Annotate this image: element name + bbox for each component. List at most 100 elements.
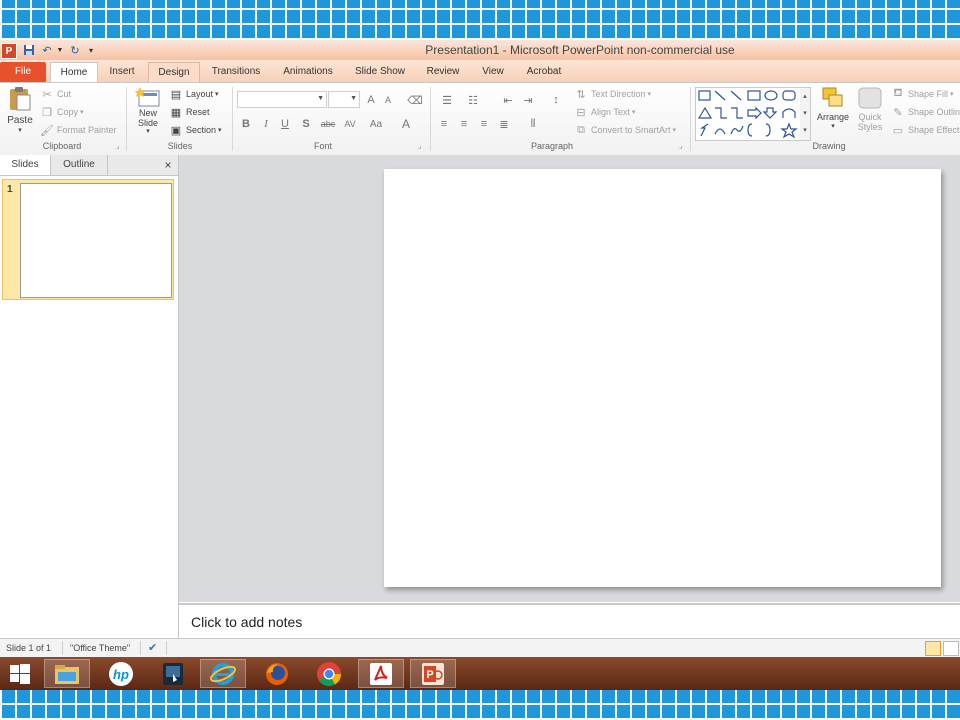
copy-button[interactable]: ❐ Copy ▾ xyxy=(40,105,83,119)
layout-button[interactable]: ▤ Layout ▾ xyxy=(169,87,219,101)
chevron-down-icon: ▾ xyxy=(950,91,954,98)
ribbon: Paste ▾ ✂ Cut ❐ Copy ▾ 🖌 Format Painter Clip… xyxy=(0,82,960,156)
windows-taskbar: hp P xyxy=(0,657,960,690)
slide-thumbnail[interactable] xyxy=(20,183,172,298)
redo-icon[interactable]: ↻ xyxy=(68,42,82,58)
numbering-icon[interactable]: ☷ xyxy=(462,92,484,108)
clear-formatting-icon[interactable]: ⌫ xyxy=(407,92,423,108)
group-label-clipboard: Clipboard xyxy=(42,141,82,151)
powerpoint-taskbar-icon[interactable]: P xyxy=(410,659,456,688)
decrease-indent-icon[interactable]: ⇤ xyxy=(500,92,516,108)
font-color-button[interactable]: A xyxy=(398,116,414,132)
align-text-button[interactable]: ⊟ Align Text ▾ xyxy=(574,105,635,119)
shrink-font-icon[interactable]: A xyxy=(380,92,396,108)
group-label-font: Font xyxy=(313,141,332,151)
slide-thumbnail-selected[interactable]: 1 xyxy=(2,179,174,300)
text-direction-button[interactable]: ⇅ Text Direction ▾ xyxy=(574,87,651,101)
pane-tabs: Slides Outline × xyxy=(0,155,178,176)
windows-start-icon[interactable] xyxy=(0,659,40,688)
tab-design[interactable]: Design xyxy=(148,62,200,83)
tab-home[interactable]: Home xyxy=(50,62,98,84)
dialog-launcher-icon[interactable]: ⌟ xyxy=(418,143,426,151)
font-name-combo[interactable]: ▼ xyxy=(237,91,327,108)
shape-outline-button[interactable]: ✎ Shape Outline xyxy=(891,105,960,119)
tab-review[interactable]: Review xyxy=(420,62,466,82)
shapes-gallery[interactable] xyxy=(695,87,801,141)
tab-insert[interactable]: Insert xyxy=(100,62,144,82)
tab-outline[interactable]: Outline xyxy=(51,155,108,175)
chrome-icon[interactable] xyxy=(306,659,352,688)
internet-explorer-icon[interactable] xyxy=(200,659,246,688)
window-title: Presentation1 - Microsoft PowerPoint non… xyxy=(425,43,735,57)
italic-button[interactable]: I xyxy=(258,116,274,132)
gallery-scroll[interactable]: ▴ ▾ ▾ xyxy=(800,87,811,141)
tab-transitions[interactable]: Transitions xyxy=(202,62,270,82)
tab-slide-show[interactable]: Slide Show xyxy=(346,62,414,82)
theme-name: "Office Theme" xyxy=(70,643,131,653)
notes-pane[interactable]: Click to add notes xyxy=(179,603,960,640)
align-left-icon[interactable]: ≡ xyxy=(436,116,452,132)
text-shadow-button[interactable]: S xyxy=(298,116,314,132)
dialog-launcher-icon[interactable]: ⌟ xyxy=(679,143,687,151)
notes-placeholder[interactable]: Click to add notes xyxy=(191,614,302,630)
grow-font-icon[interactable]: A xyxy=(363,92,379,108)
format-painter-button[interactable]: 🖌 Format Painter xyxy=(40,123,117,137)
increase-indent-icon[interactable]: ⇥ xyxy=(520,92,536,108)
change-case-button[interactable]: Aa xyxy=(366,116,386,132)
adobe-reader-icon[interactable] xyxy=(358,659,404,688)
shapes-gallery-icons xyxy=(697,90,798,139)
chevron-down-icon: ▾ xyxy=(18,127,22,134)
chevron-down-icon: ▾ xyxy=(831,123,835,130)
ribbon-tab-row: File Home Insert Design Transitions Anim… xyxy=(0,60,960,84)
status-divider xyxy=(166,641,167,655)
section-button[interactable]: ▣ Section ▾ xyxy=(169,123,222,137)
close-icon[interactable]: × xyxy=(158,155,178,175)
line-spacing-icon[interactable]: ↕ xyxy=(545,92,567,108)
align-center-icon[interactable]: ≡ xyxy=(456,116,472,132)
pencil-icon: ✎ xyxy=(893,106,903,119)
firefox-icon[interactable] xyxy=(254,659,300,688)
paste-button[interactable]: Paste ▾ xyxy=(6,86,34,140)
bullets-icon[interactable]: ☰ xyxy=(436,92,458,108)
reset-button[interactable]: ▦ Reset xyxy=(169,105,210,119)
file-explorer-icon[interactable] xyxy=(44,659,90,688)
normal-view-icon[interactable] xyxy=(925,641,941,656)
hp-icon[interactable]: hp xyxy=(98,659,144,688)
font-size-combo[interactable]: ▼ xyxy=(328,91,360,108)
undo-icon[interactable]: ↶ xyxy=(40,42,54,58)
spell-check-icon[interactable]: ✔ xyxy=(148,641,157,654)
chevron-down-icon: ▼ xyxy=(317,95,324,102)
tab-file[interactable]: File xyxy=(0,62,46,82)
strikethrough-button[interactable]: abc xyxy=(318,116,338,132)
align-right-icon[interactable]: ≡ xyxy=(476,116,492,132)
arrange-button[interactable]: Arrange ▾ xyxy=(815,86,851,140)
tab-animations[interactable]: Animations xyxy=(276,62,340,82)
chevron-down-icon: ▾ xyxy=(215,91,219,98)
layout-icon: ▤ xyxy=(170,88,182,101)
touch-app-icon[interactable] xyxy=(150,659,196,688)
powerpoint-app-icon[interactable]: P xyxy=(1,43,17,59)
text-direction-icon: ⇅ xyxy=(576,88,586,101)
justify-icon[interactable]: ≣ xyxy=(496,116,512,132)
slide-sorter-view-icon[interactable] xyxy=(943,641,959,656)
new-slide-button[interactable]: New Slide ▾ xyxy=(131,86,165,140)
chevron-down-icon[interactable]: ▼ xyxy=(56,42,64,58)
columns-icon[interactable]: ⫴ xyxy=(522,116,544,132)
underline-button[interactable]: U xyxy=(277,116,293,132)
slide-canvas[interactable] xyxy=(384,169,941,587)
bold-button[interactable]: B xyxy=(238,116,254,132)
cut-button[interactable]: ✂ Cut xyxy=(40,87,71,101)
chevron-down-icon: ▾ xyxy=(146,128,150,135)
shape-effects-button[interactable]: ▭ Shape Effects xyxy=(891,123,960,137)
tab-acrobat[interactable]: Acrobat xyxy=(518,62,570,82)
tab-slides[interactable]: Slides xyxy=(0,155,51,175)
dialog-launcher-icon[interactable]: ⌟ xyxy=(116,143,124,151)
quick-styles-button[interactable]: Quick Styles xyxy=(853,86,887,140)
shape-fill-button[interactable]: ⛾ Shape Fill ▾ xyxy=(891,87,954,101)
customize-toolbar-icon[interactable]: ▾ xyxy=(86,42,96,58)
save-icon[interactable] xyxy=(22,42,36,58)
tab-view[interactable]: View xyxy=(472,62,514,82)
character-spacing-button[interactable]: AV xyxy=(340,116,360,132)
convert-smartart-button[interactable]: ⧉ Convert to SmartArt ▾ xyxy=(574,123,676,137)
status-divider xyxy=(140,641,141,655)
